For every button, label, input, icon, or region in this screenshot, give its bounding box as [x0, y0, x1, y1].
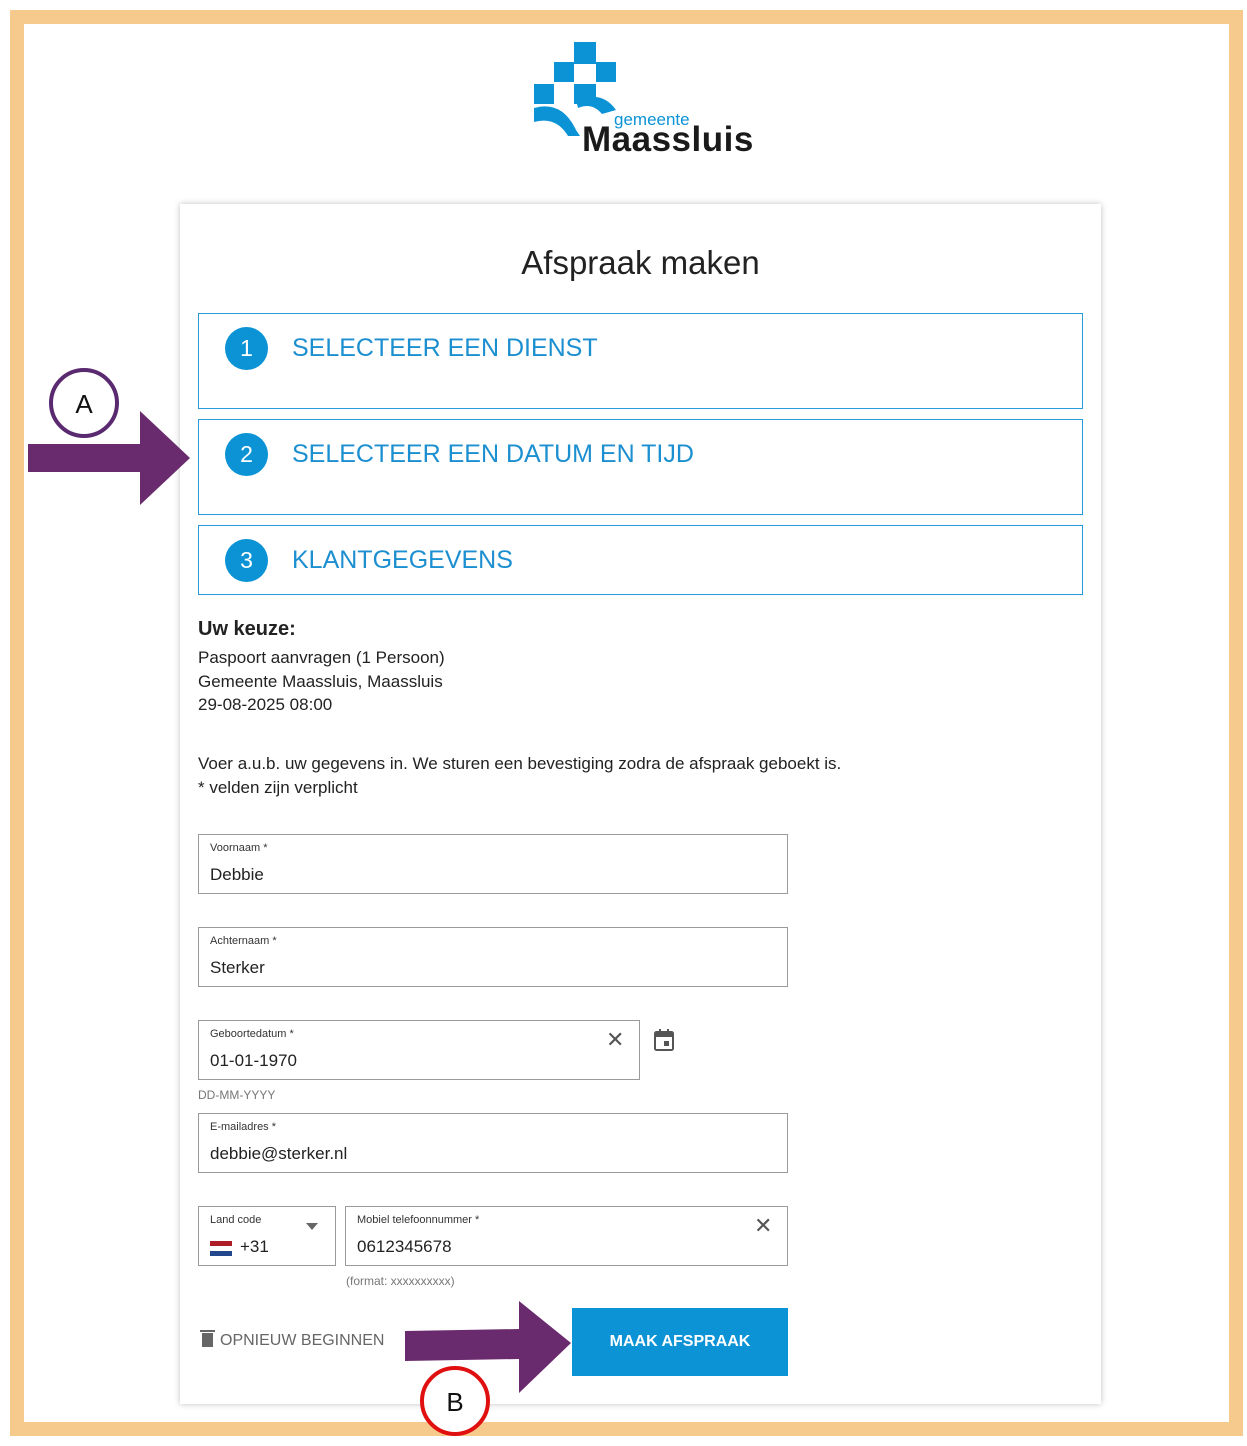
birthdate-value: 01-01-1970 — [210, 1051, 297, 1070]
gemeente-maassluis-logo: gemeente Maassluis — [532, 40, 754, 160]
restart-button[interactable]: OPNIEUW BEGINNEN — [200, 1330, 385, 1350]
lastname-value: Sterker — [210, 958, 265, 977]
step-label-2: SELECTEER EEN DATUM EN TIJD — [292, 440, 694, 468]
make-appointment-button[interactable]: MAAK AFSPRAAK — [572, 1308, 788, 1376]
phone-field[interactable]: Mobiel telefoonnummer * 0612345678 ✕ — [345, 1206, 788, 1266]
birthdate-format-hint: DD-MM-YYYY — [198, 1088, 276, 1102]
clear-phone-icon[interactable]: ✕ — [754, 1213, 772, 1239]
trash-icon — [200, 1330, 215, 1347]
step-select-date-time[interactable]: 2 SELECTEER EEN DATUM EN TIJD — [198, 419, 1083, 515]
lastname-field[interactable]: Achternaam * Sterker — [198, 927, 788, 987]
step-customer-details[interactable]: 3 KLANTGEGEVENS — [198, 525, 1083, 595]
country-code-value: +31 — [240, 1237, 269, 1256]
annotation-marker-b: B — [420, 1366, 490, 1436]
restart-label: OPNIEUW BEGINNEN — [220, 1332, 385, 1349]
step-label-1: SELECTEER EEN DIENST — [292, 334, 598, 362]
intro-text: Voer a.u.b. uw gegevens in. We sturen ee… — [198, 754, 842, 773]
step-number-3: 3 — [225, 539, 268, 582]
country-code-label: Land code — [210, 1214, 262, 1226]
firstname-field[interactable]: Voornaam * Debbie — [198, 834, 788, 894]
annotation-arrow-a — [28, 411, 190, 505]
birthdate-label: Geboortedatum * — [210, 1028, 294, 1040]
appointment-card: Afspraak maken 1 SELECTEER EEN DIENST 2 … — [180, 204, 1101, 1404]
choice-datetime: 29-08-2025 08:00 — [198, 695, 333, 714]
phone-label: Mobiel telefoonnummer * — [357, 1214, 480, 1226]
netherlands-flag-icon — [210, 1241, 232, 1256]
dropdown-arrow-icon[interactable] — [306, 1223, 318, 1230]
choice-heading: Uw keuze: — [198, 618, 296, 640]
required-note: * velden zijn verplicht — [198, 778, 358, 797]
choice-service: Paspoort aanvragen (1 Persoon) — [198, 648, 445, 667]
firstname-label: Voornaam * — [210, 842, 268, 854]
choice-location: Gemeente Maassluis, Maassluis — [198, 672, 443, 691]
step-number-1: 1 — [225, 327, 268, 370]
step-select-service[interactable]: 1 SELECTEER EEN DIENST — [198, 313, 1083, 409]
birthdate-field[interactable]: Geboortedatum * 01-01-1970 ✕ — [198, 1020, 640, 1080]
lastname-label: Achternaam * — [210, 935, 277, 947]
email-field[interactable]: E-mailadres * debbie@sterker.nl — [198, 1113, 788, 1173]
calendar-icon[interactable] — [654, 1029, 674, 1051]
clear-birthdate-icon[interactable]: ✕ — [606, 1027, 624, 1053]
step-number-2: 2 — [225, 433, 268, 476]
country-code-select[interactable]: Land code +31 — [198, 1206, 336, 1266]
page-title: Afspraak maken — [521, 244, 760, 281]
firstname-value: Debbie — [210, 865, 264, 884]
email-value: debbie@sterker.nl — [210, 1144, 348, 1163]
phone-value: 0612345678 — [357, 1237, 452, 1256]
step-label-3: KLANTGEGEVENS — [292, 546, 513, 574]
logo-main-text: Maassluis — [582, 120, 754, 159]
email-label: E-mailadres * — [210, 1121, 277, 1133]
phone-format-hint: (format: xxxxxxxxxx) — [346, 1274, 455, 1288]
